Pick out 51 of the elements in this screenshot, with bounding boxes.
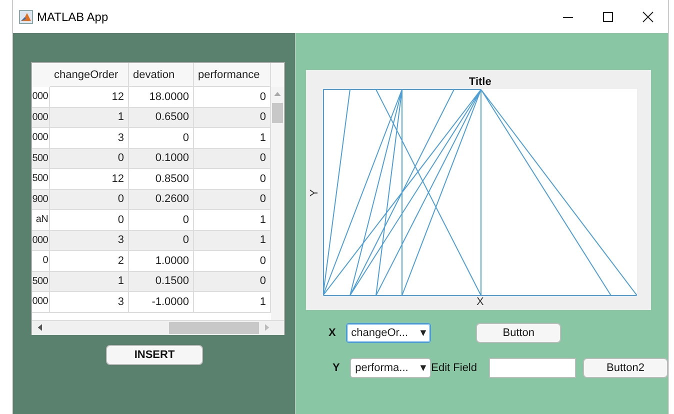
table-cell: 0 [194, 148, 271, 169]
table-cell: 0.1500 [129, 272, 194, 292]
table-cell: 900 [32, 190, 50, 210]
scroll-right-icon[interactable] [265, 324, 270, 331]
dropdown-value: performa... [355, 362, 408, 374]
table-cell: 3 [50, 230, 129, 251]
scroll-thumb[interactable] [169, 322, 259, 334]
column-header[interactable]: performance [194, 63, 271, 87]
axis-label: X [476, 296, 484, 308]
table-cell: 000 [32, 108, 50, 128]
table-cell: 1 [50, 272, 129, 292]
dropdown[interactable]: changeOr... ▼ [346, 323, 432, 343]
table-cell: 3 [50, 292, 129, 312]
column-header[interactable]: changeOrder [50, 63, 129, 87]
plot-title: Title [468, 76, 492, 88]
dropdown-value: changeOr... [351, 327, 408, 339]
table-cell: 0 [194, 108, 271, 128]
maximize-icon[interactable] [602, 10, 614, 22]
table-cell: -1.0000 [129, 292, 194, 312]
scroll-left-icon[interactable] [37, 324, 42, 331]
scroll-up-icon[interactable] [274, 91, 281, 96]
table-cell: 0.2600 [129, 190, 194, 210]
field-label: Y [331, 362, 341, 374]
table-cell: 1 [50, 108, 129, 128]
window-title: MATLAB App [37, 10, 110, 24]
field-label: Edit Field [431, 362, 477, 374]
edit-field[interactable] [489, 358, 576, 378]
dropdown-arrow-icon: ▼ [418, 362, 428, 374]
table-cell: 0 [129, 230, 194, 251]
table-cell: 0 [194, 190, 271, 210]
button[interactable]: Button [476, 323, 562, 343]
table-cell: 000 [32, 292, 50, 312]
table-cell: 0 [50, 148, 129, 169]
table-cell: 500 [32, 272, 50, 292]
app-logo-icon [19, 10, 33, 24]
dropdown-arrow-icon: ▼ [418, 328, 428, 338]
dropdown[interactable]: performa... ▼ [350, 358, 432, 378]
axis-label: Y [308, 188, 321, 196]
table-cell: 0.6500 [129, 108, 194, 128]
table-cell: 0 [50, 190, 129, 210]
button2[interactable]: Button2 [583, 358, 668, 378]
table-cell: 000 [32, 230, 50, 251]
field-label: X [327, 327, 337, 339]
table-cell: 1 [194, 230, 271, 251]
table-cell: 500 [32, 148, 50, 169]
table-cell: 0.1000 [129, 148, 194, 169]
table-cell: 0 [194, 272, 271, 292]
column-header[interactable]: devation [129, 63, 194, 87]
insert-button[interactable]: INSERT [106, 345, 203, 365]
close-icon[interactable] [642, 10, 654, 22]
scroll-thumb[interactable] [272, 103, 283, 123]
